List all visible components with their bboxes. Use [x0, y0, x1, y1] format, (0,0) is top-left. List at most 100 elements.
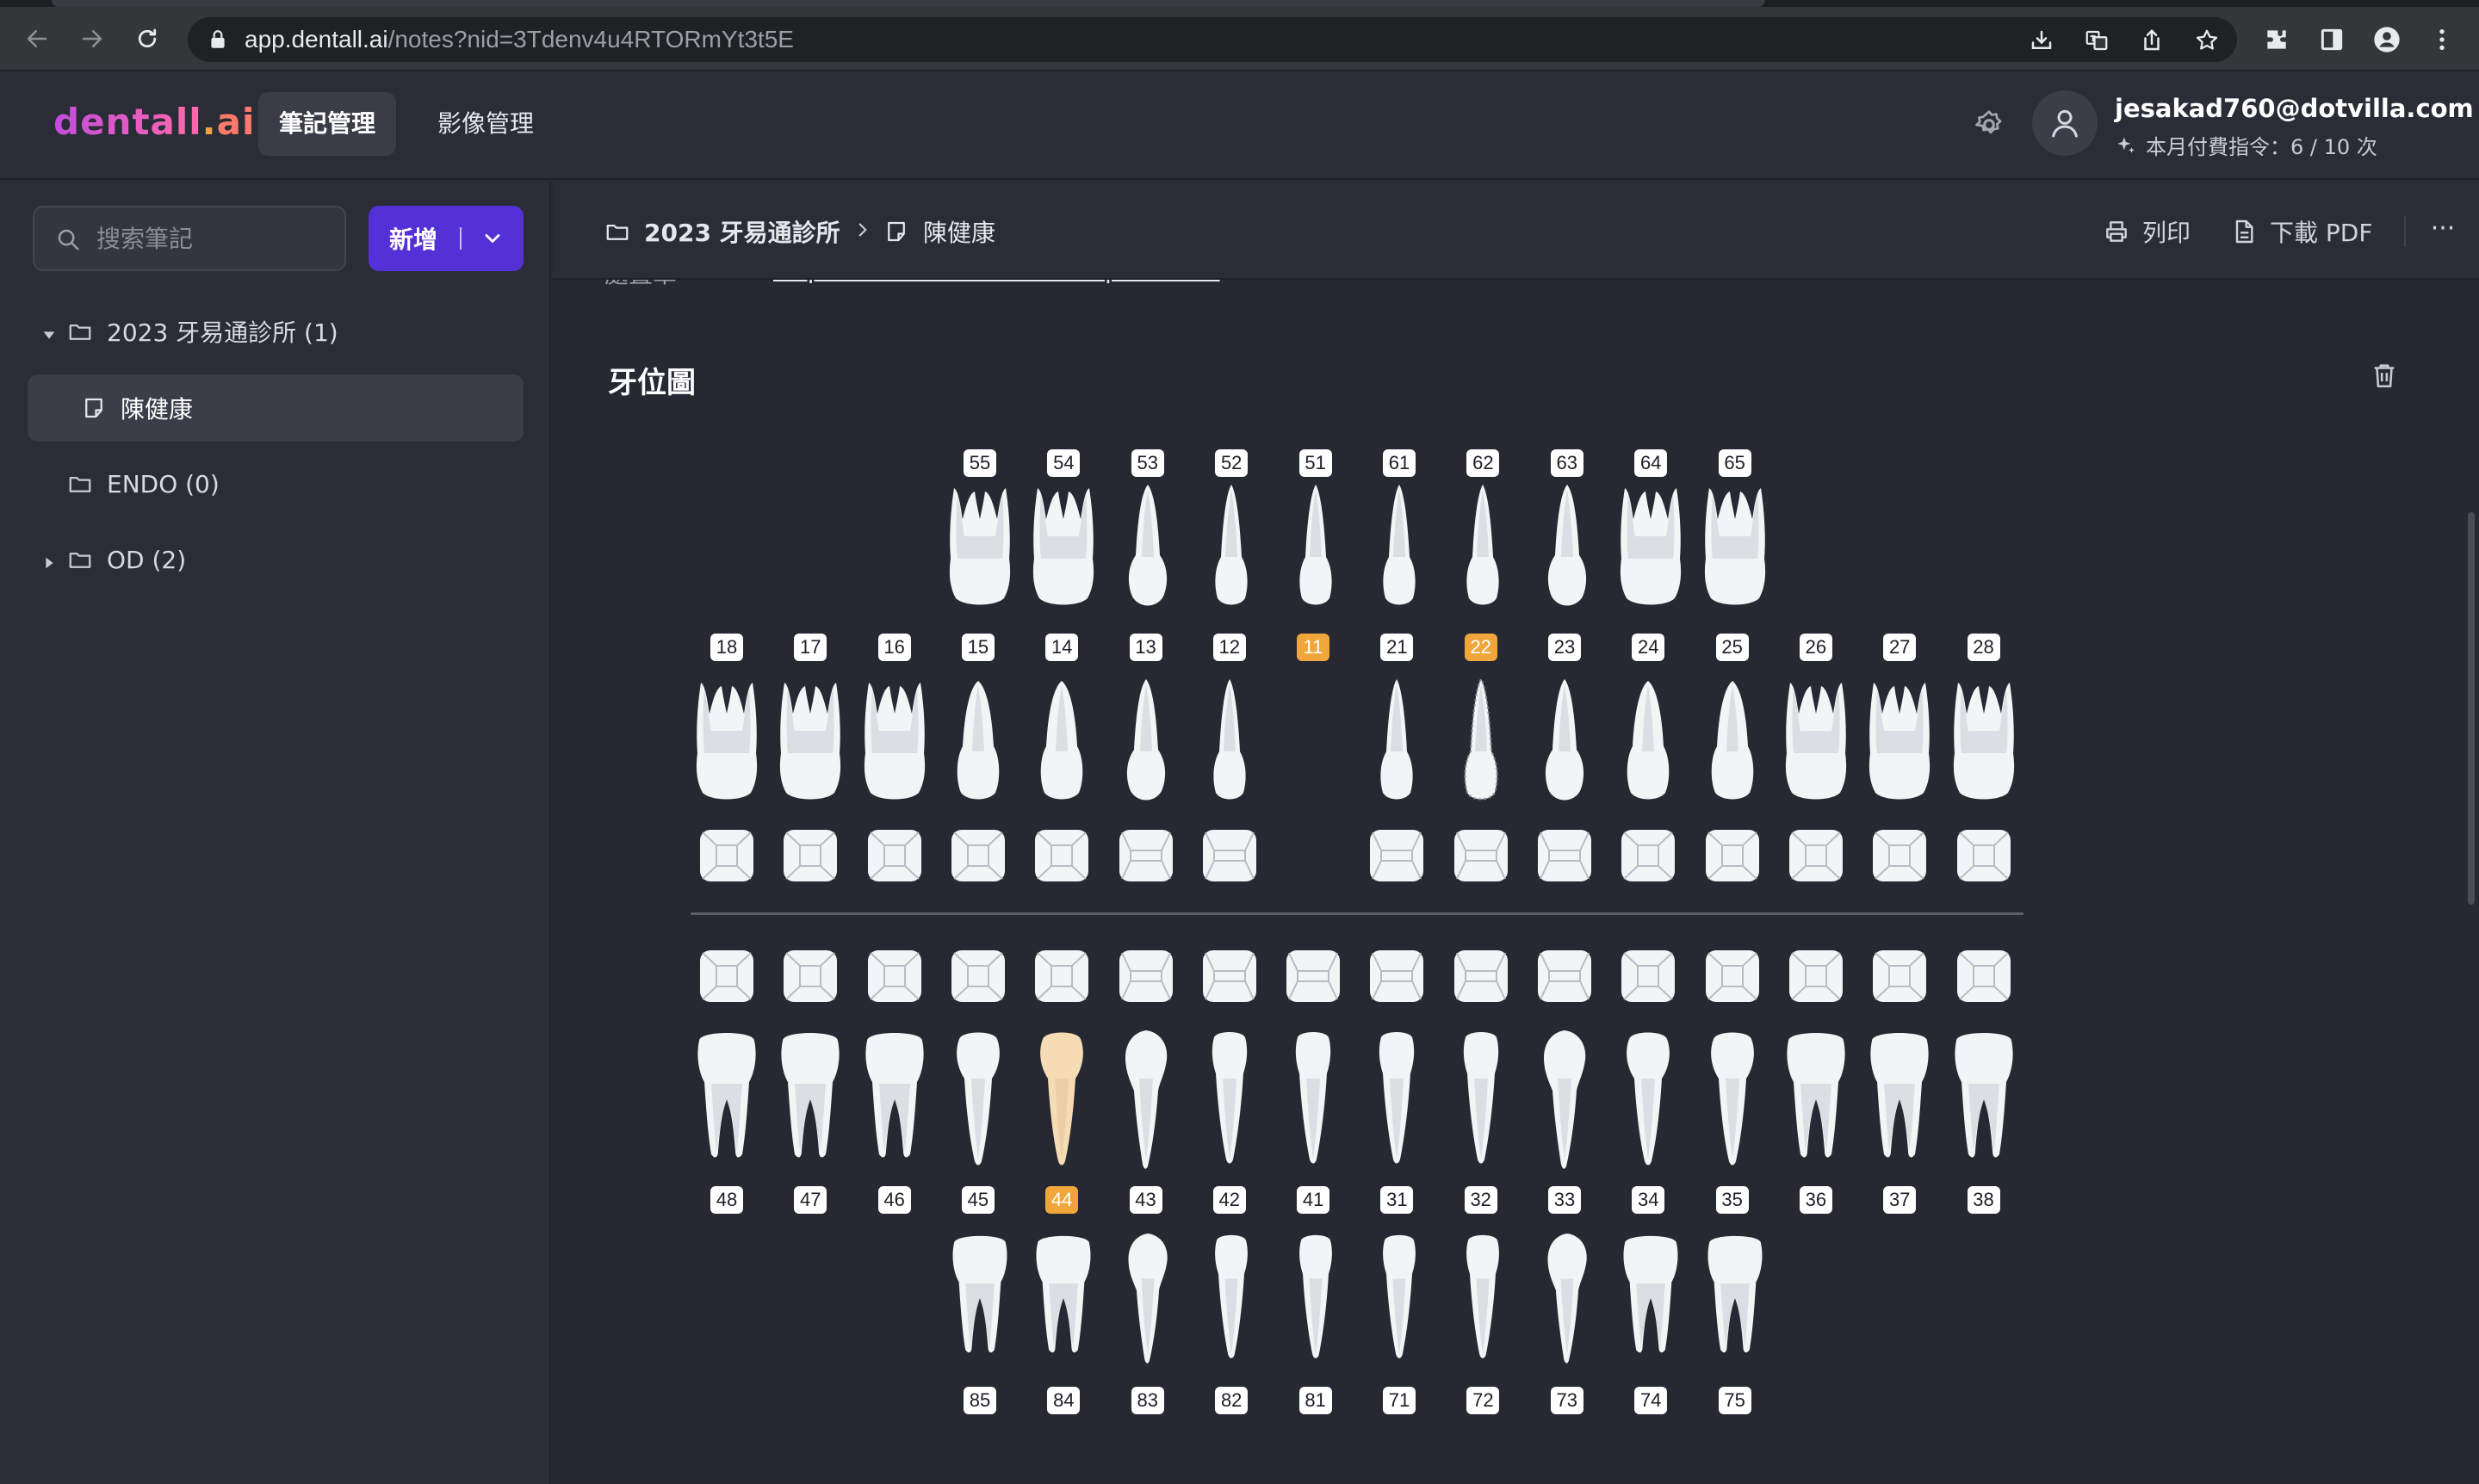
address-bar[interactable]: app.dentall.ai/notes?nid=3Tdenv4u4RTORmY… [188, 17, 2237, 62]
occlusal-surface-42[interactable] [1202, 949, 1257, 1003]
chevron-down-icon[interactable] [480, 226, 505, 250]
tooth-number-74[interactable]: 74 [1634, 1387, 1668, 1414]
tooth-18[interactable] [692, 669, 761, 807]
profile-button[interactable] [2371, 24, 2402, 55]
tooth-number-14[interactable]: 14 [1045, 634, 1079, 661]
tooth-number-52[interactable]: 52 [1215, 449, 1249, 477]
tooth-25[interactable] [1698, 669, 1767, 807]
tooth-36[interactable] [1782, 1030, 1850, 1168]
occlusal-surface-16[interactable] [867, 829, 922, 882]
tooth-number-55[interactable]: 55 [964, 449, 996, 477]
tooth-38[interactable] [1949, 1030, 2018, 1168]
tooth-75[interactable] [1701, 1234, 1769, 1363]
tooth-17[interactable] [776, 669, 845, 807]
tooth-53[interactable] [1113, 485, 1182, 609]
tooth-84[interactable] [1029, 1234, 1098, 1363]
tooth-32[interactable] [1447, 1030, 1515, 1168]
tooth-number-28[interactable]: 28 [1967, 634, 2000, 661]
tooth-43[interactable] [1112, 1030, 1181, 1169]
tooth-number-13[interactable]: 13 [1129, 634, 1162, 661]
tooth-number-42[interactable]: 42 [1212, 1186, 1246, 1214]
tooth-number-75[interactable]: 75 [1718, 1387, 1751, 1414]
tooth-63[interactable] [1533, 485, 1602, 609]
occlusal-surface-26[interactable] [1788, 829, 1844, 882]
tooth-number-53[interactable]: 53 [1131, 449, 1164, 477]
tooth-number-81[interactable]: 81 [1298, 1387, 1332, 1414]
search-input[interactable] [96, 220, 329, 257]
occlusal-surface-38[interactable] [1956, 949, 2011, 1003]
occlusal-surface-24[interactable] [1621, 829, 1676, 882]
occlusal-surface-35[interactable] [1705, 949, 1760, 1003]
tooth-13[interactable] [1112, 669, 1181, 807]
occlusal-surface-44[interactable] [1034, 949, 1089, 1003]
new-note-button[interactable]: 新增 [369, 206, 524, 271]
more-options-button[interactable]: ··· [2426, 216, 2460, 247]
user-avatar[interactable] [2032, 90, 2098, 156]
tooth-72[interactable] [1448, 1234, 1517, 1363]
occlusal-surface-48[interactable] [699, 949, 754, 1003]
tooth-22[interactable] [1447, 669, 1515, 807]
tooth-51[interactable] [1281, 485, 1350, 609]
occlusal-surface-36[interactable] [1788, 949, 1844, 1003]
occlusal-surface-47[interactable] [783, 949, 838, 1003]
tooth-number-37[interactable]: 37 [1883, 1186, 1917, 1214]
tooth-61[interactable] [1365, 485, 1434, 609]
occlusal-surface-37[interactable] [1872, 949, 1927, 1003]
tooth-47[interactable] [776, 1030, 845, 1168]
tooth-number-71[interactable]: 71 [1383, 1387, 1416, 1414]
tooth-number-16[interactable]: 16 [877, 634, 911, 661]
reload-button[interactable] [127, 19, 167, 59]
occlusal-surface-45[interactable] [951, 949, 1006, 1003]
tooth-44[interactable] [1027, 1030, 1096, 1168]
tooth-number-36[interactable]: 36 [1799, 1186, 1832, 1214]
tooth-31[interactable] [1362, 1030, 1431, 1168]
nav-tab-images[interactable]: 影像管理 [417, 92, 555, 156]
tooth-number-73[interactable]: 73 [1550, 1387, 1583, 1414]
tree-note-patient[interactable]: 陳健康 [28, 374, 524, 442]
forward-button[interactable] [72, 19, 112, 59]
tooth-54[interactable] [1029, 485, 1098, 609]
tooth-35[interactable] [1698, 1030, 1767, 1168]
occlusal-surface-31[interactable] [1369, 949, 1424, 1003]
browser-tab[interactable] [52, 0, 1765, 7]
tooth-number-24[interactable]: 24 [1632, 634, 1665, 661]
tooth-number-33[interactable]: 33 [1548, 1186, 1581, 1214]
tooth-28[interactable] [1949, 669, 2018, 807]
occlusal-surface-34[interactable] [1621, 949, 1676, 1003]
occlusal-surface-13[interactable] [1119, 829, 1174, 882]
tooth-number-48[interactable]: 48 [710, 1186, 743, 1214]
tooth-number-54[interactable]: 54 [1047, 449, 1081, 477]
occlusal-surface-41[interactable] [1286, 949, 1341, 1003]
tooth-number-41[interactable]: 41 [1297, 1186, 1330, 1214]
tooth-85[interactable] [945, 1234, 1014, 1363]
occlusal-surface-28[interactable] [1956, 829, 2011, 882]
share-button[interactable] [2137, 26, 2166, 55]
tooth-number-82[interactable]: 82 [1215, 1387, 1249, 1414]
caret-down-icon[interactable] [40, 322, 59, 341]
tooth-12[interactable] [1195, 669, 1264, 807]
search-box[interactable] [33, 206, 346, 271]
print-button[interactable]: 列印 [2103, 213, 2191, 250]
tooth-number-32[interactable]: 32 [1464, 1186, 1497, 1214]
tooth-42[interactable] [1195, 1030, 1264, 1168]
occlusal-surface-15[interactable] [951, 829, 1006, 882]
tooth-number-64[interactable]: 64 [1634, 449, 1668, 477]
breadcrumb-folder[interactable]: 2023 牙易通診所 [604, 213, 840, 250]
tooth-number-45[interactable]: 45 [961, 1186, 995, 1214]
tooth-82[interactable] [1197, 1234, 1266, 1363]
occlusal-surface-22[interactable] [1453, 829, 1509, 882]
tooth-16[interactable] [860, 669, 929, 807]
download-pdf-button[interactable]: 下載 PDF [2230, 213, 2372, 250]
tooth-55[interactable] [945, 485, 1014, 609]
tooth-37[interactable] [1865, 1030, 1934, 1168]
occlusal-surface-32[interactable] [1453, 949, 1509, 1003]
browser-menu-button[interactable] [2426, 24, 2457, 55]
tree-folder-od[interactable]: OD (2) [28, 526, 524, 593]
trash-icon[interactable] [2370, 361, 2399, 390]
tooth-number-44[interactable]: 44 [1045, 1186, 1079, 1214]
bookmark-button[interactable] [2192, 26, 2222, 55]
tooth-24[interactable] [1614, 669, 1683, 807]
occlusal-surface-46[interactable] [867, 949, 922, 1003]
tooth-27[interactable] [1865, 669, 1934, 807]
tooth-number-61[interactable]: 61 [1383, 449, 1416, 477]
